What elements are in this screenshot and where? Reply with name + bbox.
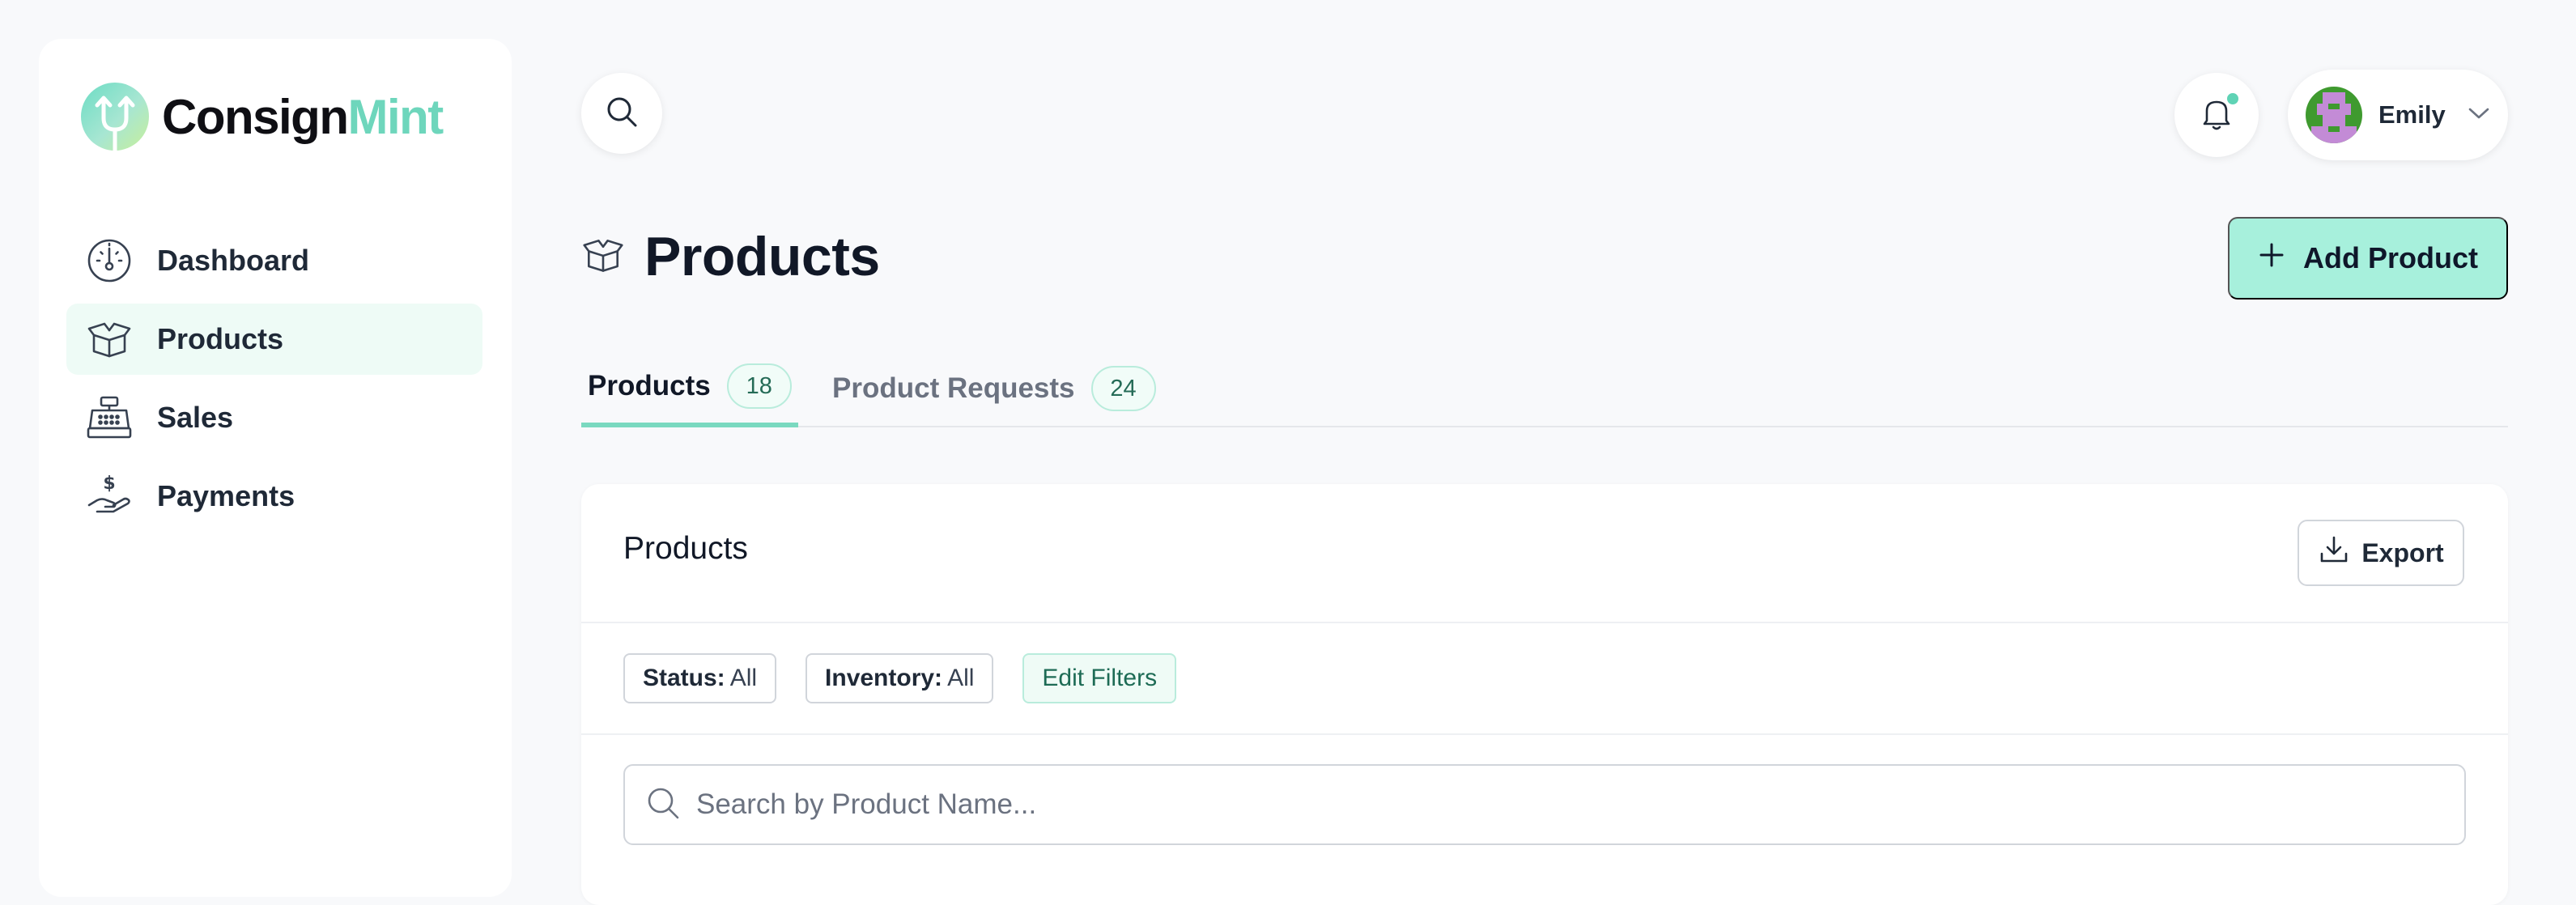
logo-text: ConsignMint xyxy=(162,89,444,145)
sidebar-item-sales[interactable]: Sales xyxy=(66,382,482,453)
global-search-button[interactable] xyxy=(581,73,662,154)
plus-icon xyxy=(2258,241,2285,276)
search-icon xyxy=(604,94,640,134)
tab-label: Product Requests xyxy=(832,372,1075,404)
sidebar-item-label: Products xyxy=(157,322,284,355)
sidebar-item-label: Sales xyxy=(157,401,234,434)
gauge-icon xyxy=(86,237,133,284)
edit-filters-button[interactable]: Edit Filters xyxy=(1022,653,1177,703)
export-button[interactable]: Export xyxy=(2298,520,2464,586)
filters-bar: Status: All Inventory: All Edit Filters xyxy=(581,623,2508,735)
sidebar-item-label: Payments xyxy=(157,479,295,512)
cash-register-icon xyxy=(86,394,133,441)
tab-products[interactable]: Products 18 xyxy=(581,350,798,427)
notification-dot xyxy=(2225,91,2241,107)
product-search-box[interactable] xyxy=(623,764,2466,845)
download-icon xyxy=(2318,533,2350,572)
search-icon xyxy=(644,784,682,826)
avatar xyxy=(2306,87,2362,143)
sidebar-item-products[interactable]: Products xyxy=(66,304,482,375)
svg-text:$: $ xyxy=(103,474,115,494)
export-label: Export xyxy=(2361,537,2444,567)
logo-text-part1: Consign xyxy=(162,89,349,144)
user-name: Emily xyxy=(2378,100,2446,129)
inventory-filter-chip[interactable]: Inventory: All xyxy=(806,653,994,703)
filter-value: All xyxy=(729,665,758,691)
logo-text-part2: Mint xyxy=(347,89,444,144)
chevron-down-icon xyxy=(2467,105,2491,125)
open-box-icon xyxy=(86,316,133,363)
page-header: Products xyxy=(581,225,880,288)
count-badge: 18 xyxy=(726,363,792,409)
user-menu[interactable]: Emily xyxy=(2288,70,2508,160)
tab-label: Products xyxy=(588,370,711,402)
sidebar-item-dashboard[interactable]: Dashboard xyxy=(66,225,482,296)
card-title: Products xyxy=(623,531,748,566)
add-product-label: Add Product xyxy=(2303,241,2478,274)
card-header: Products Export xyxy=(581,484,2508,623)
hand-dollar-icon: $ xyxy=(86,473,133,520)
logo[interactable]: ConsignMint xyxy=(81,83,444,151)
logo-mark-icon xyxy=(81,83,149,151)
filter-key: Inventory: xyxy=(825,665,943,691)
sidebar-item-label: Dashboard xyxy=(157,244,310,277)
status-filter-chip[interactable]: Status: All xyxy=(623,653,777,703)
add-product-button[interactable]: Add Product xyxy=(2228,217,2508,300)
notifications-button[interactable] xyxy=(2174,73,2259,157)
tabs: Products 18 Product Requests 24 xyxy=(581,350,2508,427)
open-box-icon xyxy=(581,233,625,281)
sidebar-item-payments[interactable]: $ Payments xyxy=(66,461,482,532)
count-badge: 24 xyxy=(1090,366,1156,411)
product-search-input[interactable] xyxy=(696,788,2396,821)
products-card: Products Export Status: All Inventory: A… xyxy=(581,484,2508,905)
tab-product-requests[interactable]: Product Requests 24 xyxy=(832,350,1156,427)
sidebar: ConsignMint Dashboard Products Sales $ P… xyxy=(39,39,512,897)
sidebar-nav: Dashboard Products Sales $ Payments xyxy=(66,225,482,539)
filter-value: All xyxy=(947,665,975,691)
page-title: Products xyxy=(644,226,880,287)
filter-key: Status: xyxy=(643,665,725,691)
